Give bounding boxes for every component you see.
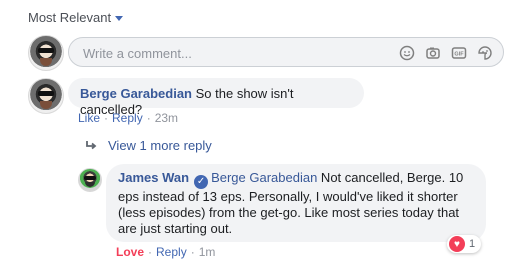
love-reaction-icon: ♥ (449, 236, 465, 252)
separator: · (190, 245, 195, 259)
reply-button[interactable]: Reply (156, 245, 187, 259)
like-button[interactable]: Like (78, 111, 100, 125)
sticker-icon[interactable] (477, 45, 493, 61)
comment-author[interactable]: Berge Garabedian (80, 86, 192, 101)
timestamp[interactable]: 23m (155, 111, 178, 125)
reaction-count[interactable]: ♥ 1 (447, 235, 482, 253)
comment-composer[interactable]: GIF (68, 37, 504, 67)
reply-bubble: James Wan ✓ Berge Garabedian Not cancelled… (106, 164, 486, 242)
love-button[interactable]: Love (116, 245, 144, 259)
chevron-down-icon (115, 15, 124, 21)
verified-badge-icon: ✓ (194, 175, 209, 189)
comment-input[interactable] (81, 44, 375, 62)
composer-icons: GIF (399, 45, 493, 61)
timestamp[interactable]: 1m (199, 245, 216, 259)
reaction-number: 1 (469, 238, 476, 250)
reply-author[interactable]: James Wan (118, 170, 189, 185)
reply-actions: Love · Reply · 1m (116, 245, 215, 259)
avatar[interactable] (28, 35, 64, 71)
emoji-icon[interactable] (399, 45, 415, 61)
comment-bubble: Berge Garabedian So the show isn't cance… (68, 78, 364, 117)
comment-actions: Like · Reply · 23m (78, 111, 178, 125)
gif-icon[interactable]: GIF (451, 45, 467, 61)
avatar[interactable] (78, 168, 102, 192)
svg-text:GIF: GIF (454, 52, 464, 58)
avatar[interactable] (28, 78, 64, 114)
separator: · (104, 111, 109, 125)
sort-dropdown[interactable]: Most Relevant (28, 10, 124, 25)
view-more-replies[interactable]: View 1 more reply (84, 138, 212, 153)
reply-button[interactable]: Reply (112, 111, 143, 125)
mention-link[interactable]: Berge Garabedian (211, 170, 317, 185)
separator: · (146, 111, 151, 125)
camera-icon[interactable] (425, 45, 441, 61)
view-more-label: View 1 more reply (108, 138, 212, 153)
sort-label: Most Relevant (28, 10, 112, 25)
separator: · (148, 245, 153, 259)
reply-arrow-icon (84, 139, 98, 153)
